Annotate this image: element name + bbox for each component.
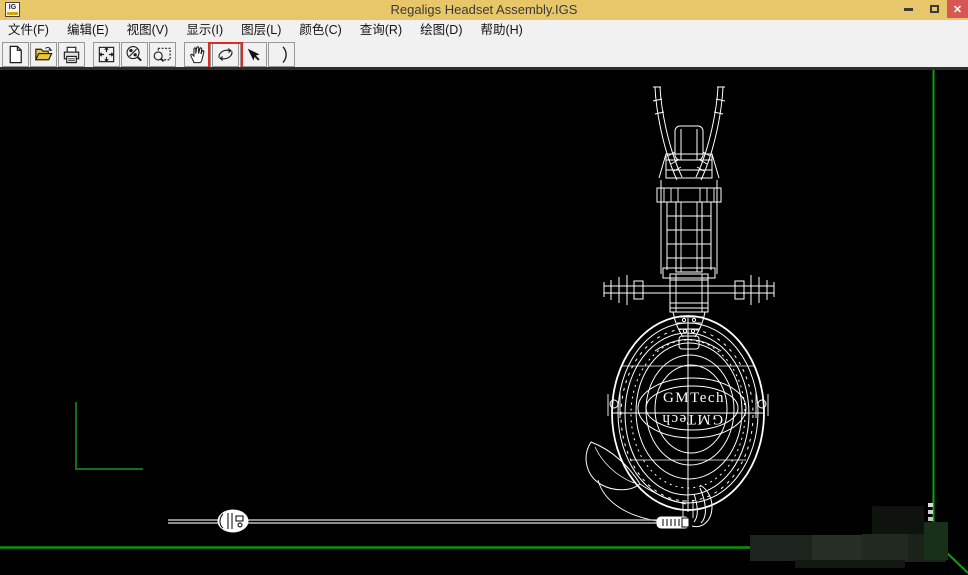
axis-indicator bbox=[75, 402, 143, 470]
arc-icon bbox=[282, 46, 287, 64]
new-document-icon bbox=[9, 45, 22, 64]
toolbar-button-new[interactable] bbox=[2, 42, 29, 67]
toolbar-button-zoom-scale[interactable] bbox=[121, 42, 148, 67]
toolbar bbox=[0, 40, 968, 71]
toolbar-button-rotate[interactable] bbox=[212, 42, 239, 67]
zoom-extents-icon bbox=[98, 46, 115, 63]
menu-item-layer[interactable]: 图层(L) bbox=[232, 20, 290, 40]
cable-plug bbox=[656, 516, 690, 529]
slider-housing bbox=[674, 125, 704, 161]
toolbar-button-select[interactable] bbox=[240, 42, 267, 67]
menu-item-file[interactable]: 文件(F) bbox=[0, 20, 58, 40]
drawing-canvas[interactable]: GMTech GMTech bbox=[0, 70, 968, 575]
zoom-percent-icon bbox=[126, 46, 142, 62]
toolbar-button-zoom-window[interactable] bbox=[149, 42, 176, 67]
frame-tick-marks bbox=[928, 503, 933, 521]
toolbar-button-print[interactable] bbox=[58, 42, 85, 67]
maximize-button[interactable] bbox=[921, 0, 947, 18]
window-title: Regaligs Headset Assembly.IGS bbox=[390, 2, 578, 17]
maximize-icon bbox=[929, 5, 939, 13]
minimize-icon bbox=[903, 7, 913, 11]
menu-item-edit[interactable]: 编辑(E) bbox=[58, 20, 118, 40]
cable-connector bbox=[217, 509, 249, 533]
height-adjuster bbox=[656, 187, 722, 203]
toolbar-button-pan[interactable] bbox=[184, 42, 211, 67]
toolbar-button-open[interactable] bbox=[30, 42, 57, 67]
menu-item-help[interactable]: 帮助(H) bbox=[471, 20, 531, 40]
window-controls: ✕ bbox=[895, 0, 968, 18]
pan-hand-icon bbox=[190, 46, 205, 64]
rotate-orbit-icon bbox=[218, 48, 233, 61]
menu-item-draw[interactable]: 绘图(D) bbox=[411, 20, 471, 40]
close-button[interactable]: ✕ bbox=[947, 0, 968, 18]
headset-wireframe bbox=[585, 86, 775, 528]
open-folder-icon bbox=[34, 47, 53, 61]
toolbar-button-arc[interactable] bbox=[268, 42, 295, 67]
titlebar: IG Regaligs Headset Assembly.IGS ✕ bbox=[0, 0, 968, 20]
print-icon bbox=[63, 46, 80, 64]
close-icon: ✕ bbox=[952, 3, 963, 16]
menu-item-color[interactable]: 颜色(C) bbox=[290, 20, 350, 40]
cup-brand-text-mirrored: GMTech bbox=[661, 411, 723, 427]
menu-bar: 文件(F) 编辑(E) 视图(V) 显示(I) 图层(L) 颜色(C) 查询(R… bbox=[0, 20, 968, 40]
cup-brand-text: GMTech bbox=[663, 390, 725, 406]
zoom-window-icon bbox=[153, 47, 171, 62]
menu-item-view[interactable]: 视图(V) bbox=[118, 20, 178, 40]
cad-viewport: GMTech GMTech bbox=[0, 70, 968, 574]
menu-item-query[interactable]: 查询(R) bbox=[351, 20, 411, 40]
hanger-hook bbox=[585, 441, 687, 522]
select-arrow-icon bbox=[247, 48, 260, 61]
frame-corner-diagonal bbox=[944, 550, 968, 574]
menu-item-display[interactable]: 显示(I) bbox=[177, 20, 232, 40]
minimize-button[interactable] bbox=[895, 0, 921, 18]
toolbar-button-zoom-extents[interactable] bbox=[93, 42, 120, 67]
blur-patches bbox=[750, 506, 948, 568]
hinge-assembly bbox=[603, 273, 775, 313]
